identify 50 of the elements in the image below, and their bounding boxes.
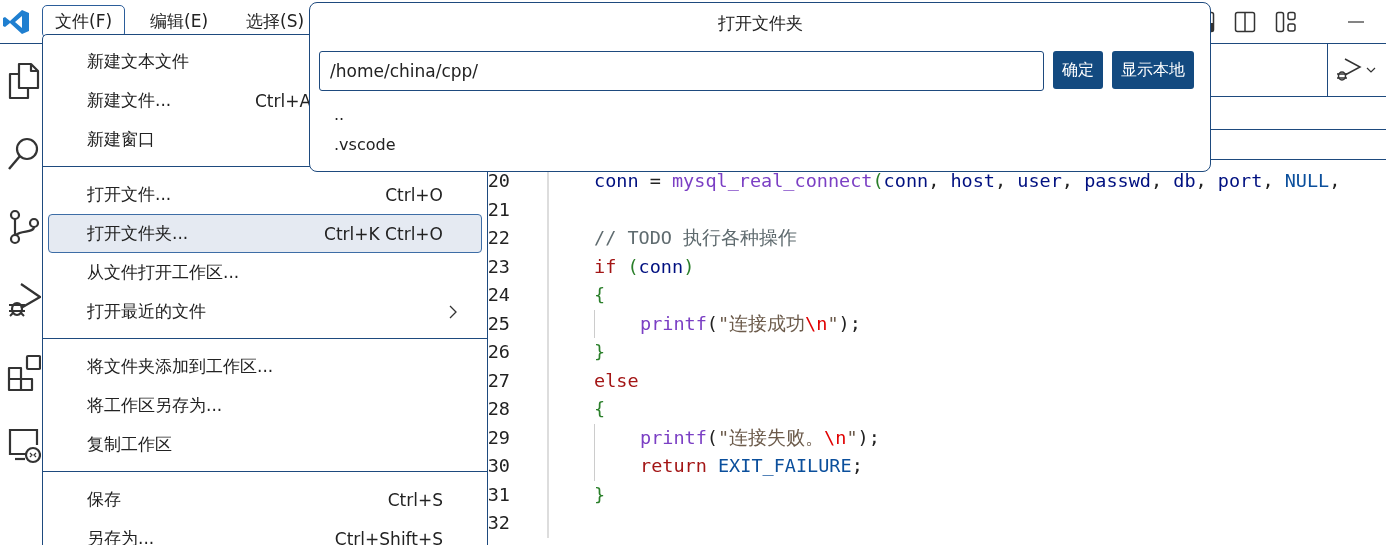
files-icon[interactable] <box>7 62 41 100</box>
menu-item[interactable]: 保存 Ctrl+S <box>48 480 482 519</box>
menu-item[interactable]: 将工作区另存为... <box>48 386 482 425</box>
dialog-button[interactable]: 确定 <box>1053 51 1103 89</box>
menu-bar-item[interactable]: 编辑(E) <box>137 5 222 38</box>
line-number: 27 <box>486 368 510 393</box>
remote-explorer-icon[interactable] <box>7 427 41 465</box>
line-number: 24 <box>486 283 510 307</box>
code-line: } <box>594 341 606 362</box>
app-logo-icon <box>2 7 30 36</box>
code-line: { <box>594 284 606 305</box>
line-number: 32 <box>486 511 510 535</box>
code-line: // TODO 执行各种操作 <box>594 227 798 248</box>
folder-entry[interactable]: .. <box>319 100 345 130</box>
menu-item[interactable]: 打开文件夹... Ctrl+K Ctrl+O <box>48 214 482 253</box>
code-line: if (conn) <box>594 255 695 277</box>
line-number: 25 <box>486 311 510 336</box>
code-line: { <box>594 398 606 419</box>
code-line: return EXIT_FAILURE; <box>640 455 863 476</box>
dialog-button[interactable]: 显示本地 <box>1112 51 1194 89</box>
line-number: 26 <box>486 340 510 364</box>
menu-item[interactable]: 打开文件... Ctrl+O <box>48 175 482 214</box>
split-layout-icon[interactable] <box>1234 10 1256 33</box>
line-number: 31 <box>486 482 510 507</box>
line-number: 30 <box>486 454 510 478</box>
minimize-icon[interactable] <box>1348 20 1364 23</box>
code-line: printf("连接成功\n"); <box>640 312 861 334</box>
code-line: else <box>594 369 639 391</box>
menu-item[interactable]: 复制工作区 <box>48 425 482 464</box>
grid-layout-icon[interactable] <box>1275 10 1297 33</box>
line-number: 21 <box>486 197 510 222</box>
menu-item[interactable]: 将文件夹添加到工作区... <box>48 347 482 386</box>
code-line: } <box>594 483 606 505</box>
code-line: conn = mysql_real_connect(conn, host, user, passwd, db, port, NULL, <box>594 170 1341 191</box>
line-number: 29 <box>486 425 510 450</box>
line-number: 20 <box>486 169 510 193</box>
dialog-title: 打开文件夹 <box>716 12 804 35</box>
line-number: 22 <box>486 226 510 250</box>
source-control-icon[interactable] <box>7 208 41 246</box>
run-debug-icon[interactable] <box>7 281 41 319</box>
chevron-down-icon[interactable] <box>1366 67 1376 73</box>
line-number: 23 <box>486 254 510 279</box>
run-debug-icon[interactable] <box>1336 57 1362 83</box>
extensions-icon[interactable] <box>7 354 41 392</box>
line-number: 28 <box>486 397 510 421</box>
menu-item[interactable]: 打开最近的文件 <box>48 292 482 331</box>
folder-entry[interactable]: .vscode <box>319 130 396 160</box>
path-input-field[interactable]: /home/china/cpp/ <box>319 51 1044 91</box>
code-line: printf("连接失败。\n"); <box>640 426 880 448</box>
menu-item[interactable]: 从文件打开工作区... <box>48 253 482 292</box>
